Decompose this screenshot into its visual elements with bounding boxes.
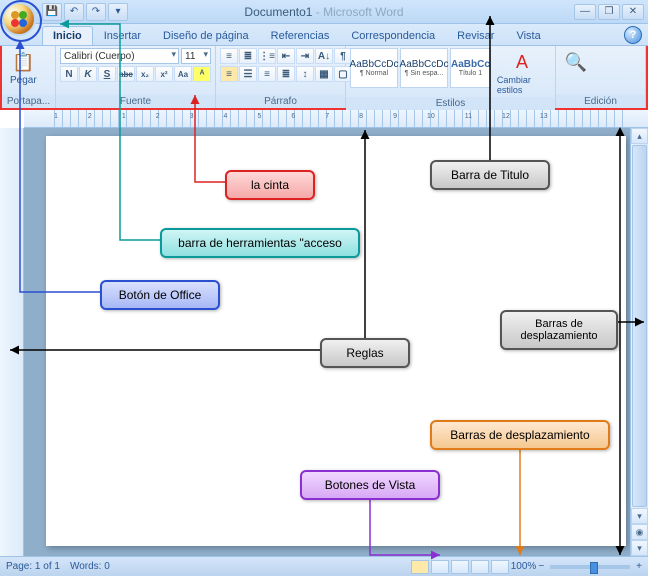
- status-wordcount: Words: 0: [70, 561, 110, 572]
- align-right-button[interactable]: ≡: [258, 66, 276, 82]
- find-icon: 🔍: [564, 50, 588, 74]
- bullets-button[interactable]: ≡: [220, 48, 238, 64]
- view-print-layout-button[interactable]: [411, 560, 429, 574]
- tab-vista[interactable]: Vista: [505, 26, 551, 45]
- status-page: Page: 1 of 1: [6, 561, 60, 572]
- group-clipboard: 📋 Pegar Portapa...: [2, 46, 56, 108]
- zoom-label[interactable]: 100%: [511, 561, 537, 572]
- qat-more-icon[interactable]: ▾: [108, 3, 128, 21]
- save-icon[interactable]: 💾: [42, 3, 62, 21]
- scrollbar-vertical[interactable]: ▴ ▾ ◉ ▾: [630, 128, 648, 556]
- group-font: Calibri (Cuerpo) 11 N K S abc x₂ x² Aa ᴬ…: [56, 46, 216, 108]
- ruler-horizontal[interactable]: 1212345678910111213: [24, 110, 648, 128]
- close-button[interactable]: ✕: [622, 4, 644, 20]
- callout-desplaz1: Barras de desplazamiento: [500, 310, 618, 350]
- highlight-button[interactable]: ᴬ: [193, 66, 211, 82]
- zoom-in-button[interactable]: +: [636, 561, 642, 572]
- callout-la-cinta: la cinta: [225, 170, 315, 200]
- tab-inicio[interactable]: Inicio: [42, 26, 93, 45]
- window-title: Documento1 - Microsoft Word: [244, 5, 403, 19]
- group-label-font: Fuente: [56, 95, 215, 108]
- maximize-button[interactable]: ❐: [598, 4, 620, 20]
- tab-referencias[interactable]: Referencias: [260, 26, 341, 45]
- bold-button[interactable]: N: [60, 66, 78, 82]
- indent-inc-button[interactable]: ⇥: [296, 48, 314, 64]
- numbering-button[interactable]: ≣: [239, 48, 257, 64]
- change-styles-button[interactable]: A Cambiar estilos: [493, 48, 551, 97]
- ribbon-tabs: Inicio Insertar Diseño de página Referen…: [0, 24, 648, 46]
- minimize-button[interactable]: —: [574, 4, 596, 20]
- zoom-slider[interactable]: [550, 565, 630, 569]
- style-normal[interactable]: AaBbCcDc¶ Normal: [350, 48, 398, 88]
- changecase-button[interactable]: Aa: [174, 66, 192, 82]
- view-web-button[interactable]: [451, 560, 469, 574]
- scroll-down-icon[interactable]: ▾: [631, 508, 648, 524]
- sort-button[interactable]: A↓: [315, 48, 333, 64]
- group-label-paragraph: Párrafo: [216, 95, 345, 108]
- style-titulo1[interactable]: AaBbCcTítulo 1: [450, 48, 491, 88]
- quick-access-toolbar: 💾 ↶ ↷ ▾: [42, 3, 128, 21]
- view-draft-button[interactable]: [491, 560, 509, 574]
- next-page-icon[interactable]: ▾: [631, 540, 648, 556]
- group-styles: AaBbCcDc¶ Normal AaBbCcDc¶ Sin espa... A…: [346, 46, 556, 108]
- status-bar: Page: 1 of 1 Words: 0 100% − +: [0, 556, 648, 576]
- callout-boton-office: Botón de Office: [100, 280, 220, 310]
- callout-acceso-rapido: barra de herramientas "acceso: [160, 228, 360, 258]
- align-left-button[interactable]: ≡: [220, 66, 238, 82]
- editing-button[interactable]: 🔍: [560, 48, 592, 76]
- linespace-button[interactable]: ↕: [296, 66, 314, 82]
- scroll-up-icon[interactable]: ▴: [631, 128, 648, 144]
- view-outline-button[interactable]: [471, 560, 489, 574]
- italic-button[interactable]: K: [79, 66, 97, 82]
- group-label-editing: Edición: [556, 95, 645, 108]
- zoom-out-button[interactable]: −: [538, 561, 544, 572]
- tab-revisar[interactable]: Revisar: [446, 26, 505, 45]
- align-center-button[interactable]: ☰: [239, 66, 257, 82]
- group-editing: 🔍 Edición: [556, 46, 646, 108]
- font-size-combo[interactable]: 11: [181, 48, 211, 64]
- callout-botones-vista: Botones de Vista: [300, 470, 440, 500]
- scroll-thumb[interactable]: [632, 145, 647, 507]
- view-fullscreen-button[interactable]: [431, 560, 449, 574]
- styles-icon: A: [510, 50, 534, 74]
- underline-button[interactable]: S: [98, 66, 116, 82]
- justify-button[interactable]: ≣: [277, 66, 295, 82]
- indent-dec-button[interactable]: ⇤: [277, 48, 295, 64]
- tab-correspondencia[interactable]: Correspondencia: [340, 26, 446, 45]
- multilevel-button[interactable]: ⋮≡: [258, 48, 276, 64]
- title-bar: 💾 ↶ ↷ ▾ Documento1 - Microsoft Word — ❐ …: [0, 0, 648, 24]
- subscript-button[interactable]: x₂: [136, 66, 154, 82]
- strike-button[interactable]: abc: [117, 66, 135, 82]
- undo-icon[interactable]: ↶: [64, 3, 84, 21]
- help-button[interactable]: ?: [624, 26, 642, 44]
- prev-page-icon[interactable]: ◉: [631, 524, 648, 540]
- office-button[interactable]: [2, 2, 36, 36]
- font-family-combo[interactable]: Calibri (Cuerpo): [60, 48, 179, 64]
- tab-diseno[interactable]: Diseño de página: [152, 26, 260, 45]
- window-controls: — ❐ ✕: [574, 4, 644, 20]
- clipboard-icon: 📋: [11, 50, 35, 74]
- paste-button[interactable]: 📋 Pegar: [6, 48, 41, 88]
- ruler-vertical[interactable]: [0, 128, 24, 556]
- ribbon: 📋 Pegar Portapa... Calibri (Cuerpo) 11 N…: [0, 46, 648, 110]
- superscript-button[interactable]: x²: [155, 66, 173, 82]
- callout-barra-titulo: Barra de Titulo: [430, 160, 550, 190]
- style-sin-espa[interactable]: AaBbCcDc¶ Sin espa...: [400, 48, 448, 88]
- group-paragraph: ≡ ≣ ⋮≡ ⇤ ⇥ A↓ ¶ ≡ ☰ ≡ ≣ ↕ ▦ ▢ Párrafo: [216, 46, 346, 108]
- callout-reglas: Reglas: [320, 338, 410, 368]
- group-label-styles: Estilos: [346, 97, 555, 110]
- tab-insertar[interactable]: Insertar: [93, 26, 152, 45]
- shading-button[interactable]: ▦: [315, 66, 333, 82]
- callout-desplaz2: Barras de desplazamiento: [430, 420, 610, 450]
- redo-icon[interactable]: ↷: [86, 3, 106, 21]
- group-label-clipboard: Portapa...: [2, 95, 55, 108]
